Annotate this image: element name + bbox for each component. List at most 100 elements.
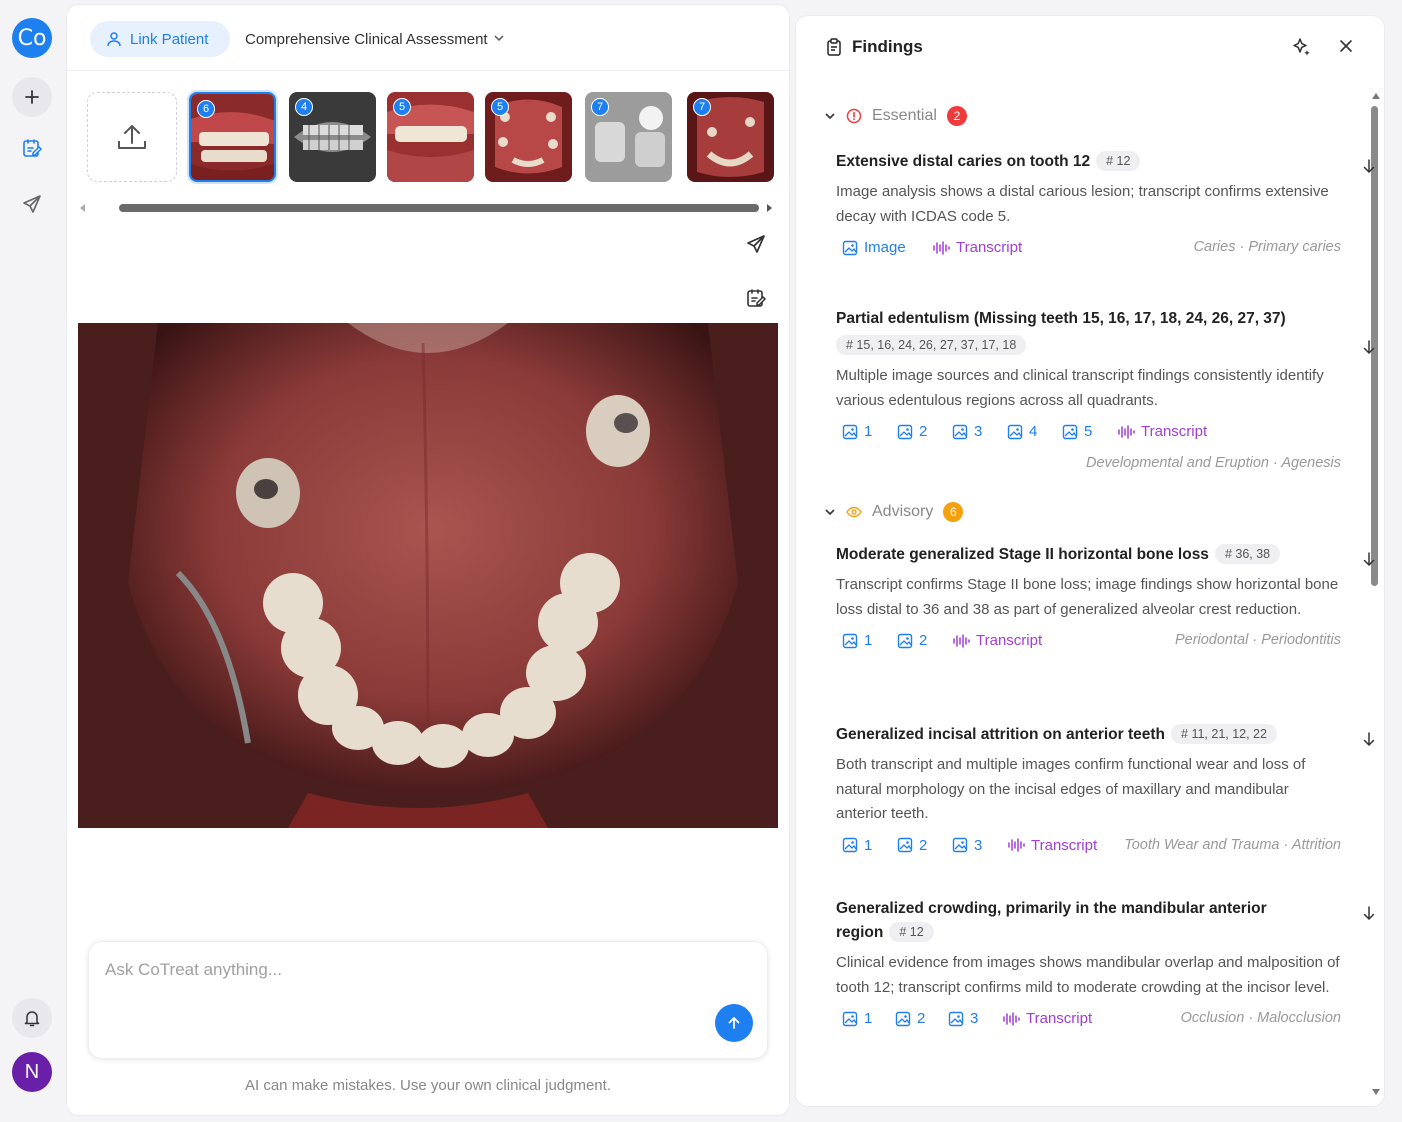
sparkle-icon[interactable] — [1290, 36, 1312, 58]
image-icon — [1062, 424, 1078, 439]
finding-category: Periodontal · Periodontitis — [1174, 632, 1341, 648]
link-patient-label: Link Patient — [130, 30, 209, 48]
scroll-up-icon[interactable] — [1371, 92, 1381, 100]
scroll-down-icon[interactable] — [1371, 1088, 1381, 1096]
finding-card[interactable]: Moderate generalized Stage II horizontal… — [836, 543, 1375, 658]
finding-card[interactable]: Extensive distal caries on tooth 12 # 12 … — [836, 150, 1375, 265]
source-row: 1 2 3 Transcript Tooth Wear and Trauma ·… — [836, 837, 1341, 863]
scroll-right-icon[interactable] — [765, 203, 773, 213]
waveform-icon — [933, 240, 950, 255]
source-image-1[interactable]: 1 — [842, 837, 872, 854]
source-image-3[interactable]: 3 — [952, 423, 982, 440]
thumbnail-3[interactable]: 5 — [387, 92, 474, 182]
source-transcript[interactable]: Transcript — [932, 239, 1022, 256]
thumbnail-5[interactable]: 7 — [585, 92, 672, 182]
thumbnail-1[interactable]: 6 — [189, 92, 276, 182]
finding-description: Image analysis shows a distal carious le… — [836, 183, 1329, 225]
assessment-dropdown[interactable]: Comprehensive Clinical Assessment — [245, 31, 488, 48]
thumbnail-4[interactable]: 5 — [485, 92, 572, 182]
source-image-4[interactable]: 4 — [1007, 423, 1037, 440]
arrow-down-icon[interactable] — [1362, 905, 1376, 921]
image-icon — [842, 837, 858, 853]
link-patient-button[interactable]: Link Patient — [90, 21, 230, 57]
source-transcript[interactable]: Transcript — [1007, 837, 1097, 854]
source-image-1[interactable]: 1 — [842, 423, 872, 440]
thumbnail-badge: 5 — [491, 98, 509, 116]
waveform-icon — [953, 633, 970, 648]
send-nav-button[interactable] — [12, 184, 52, 224]
chat-input-box — [88, 941, 768, 1059]
source-image-2[interactable]: 2 — [895, 1010, 925, 1027]
findings-title: Findings — [852, 37, 923, 56]
edit-note-icon — [23, 139, 43, 157]
source-transcript[interactable]: Transcript — [1002, 1010, 1092, 1027]
waveform-icon — [1118, 424, 1135, 439]
scrollbar-thumb[interactable] — [119, 204, 759, 212]
upload-icon — [118, 125, 146, 149]
finding-category: Caries · Primary caries — [1193, 239, 1341, 255]
image-icon — [842, 424, 858, 439]
source-image-3[interactable]: 3 — [952, 837, 982, 854]
waveform-icon — [1003, 1011, 1020, 1026]
chevron-down-icon[interactable] — [492, 31, 506, 45]
app-logo[interactable]: Co — [12, 18, 52, 58]
finding-category: Developmental and Eruption · Agenesis — [1086, 455, 1341, 471]
notifications-button[interactable] — [12, 998, 52, 1038]
plus-icon — [25, 90, 39, 104]
source-image-2[interactable]: 2 — [897, 423, 927, 440]
section-label: Advisory — [872, 503, 934, 520]
image-icon — [842, 1011, 858, 1026]
source-image[interactable]: Image — [842, 239, 906, 256]
source-image-5[interactable]: 5 — [1062, 423, 1092, 440]
edit-note-icon[interactable] — [745, 287, 767, 309]
thumbnail-2[interactable]: 4 — [289, 92, 376, 182]
chat-input[interactable] — [105, 960, 665, 980]
ai-disclaimer: AI can make mistakes. Use your own clini… — [245, 1077, 611, 1094]
source-image-2[interactable]: 2 — [897, 837, 927, 854]
notes-nav-button[interactable] — [12, 128, 52, 168]
new-button[interactable] — [12, 77, 52, 117]
close-icon[interactable] — [1339, 39, 1353, 53]
chevron-down-icon — [825, 113, 835, 120]
finding-category: Occlusion · Malocclusion — [1180, 1010, 1341, 1026]
section-advisory[interactable]: Advisory 6 — [824, 502, 964, 522]
source-row: Image Transcript Caries · Primary caries — [836, 239, 1341, 265]
finding-description: Transcript confirms Stage II bone loss; … — [836, 576, 1339, 618]
image-icon — [842, 633, 858, 648]
finding-card[interactable]: Generalized crowding, primarily in the m… — [836, 897, 1375, 1036]
tooth-tag: # 36, 38 — [1214, 544, 1281, 564]
section-essential[interactable]: Essential 2 — [824, 106, 967, 126]
arrow-down-icon[interactable] — [1362, 158, 1376, 174]
selected-clinical-image[interactable] — [78, 323, 778, 828]
finding-card[interactable]: Generalized incisal attrition on anterio… — [836, 723, 1375, 863]
source-image-3[interactable]: 3 — [948, 1010, 978, 1027]
source-transcript[interactable]: Transcript — [1117, 423, 1207, 440]
source-transcript[interactable]: Transcript — [952, 632, 1042, 649]
finding-description: Both transcript and multiple images conf… — [836, 756, 1306, 822]
arrow-down-icon[interactable] — [1362, 339, 1376, 355]
arrow-down-icon[interactable] — [1362, 731, 1376, 747]
upload-button[interactable] — [87, 92, 177, 182]
thumbnail-6[interactable]: 7 — [687, 92, 774, 182]
finding-title: Extensive distal caries on tooth 12 — [836, 153, 1091, 170]
image-icon — [897, 837, 913, 853]
count-badge: 6 — [943, 502, 964, 522]
finding-card[interactable]: Partial edentulism (Missing teeth 15, 16… — [836, 307, 1375, 471]
arrow-up-icon — [728, 1017, 740, 1029]
count-badge: 2 — [946, 106, 967, 126]
avatar[interactable]: N — [12, 1052, 52, 1092]
source-image-1[interactable]: 1 — [842, 1010, 872, 1027]
image-icon — [897, 633, 913, 648]
finding-category: Tooth Wear and Trauma · Attrition — [1124, 836, 1341, 853]
bell-icon — [24, 1011, 40, 1027]
send-message-button[interactable] — [715, 1004, 753, 1042]
thumbnail-badge: 7 — [693, 98, 711, 116]
thumbnail-scrollbar[interactable] — [79, 201, 777, 213]
waveform-icon — [1008, 838, 1025, 852]
arrow-down-icon[interactable] — [1362, 551, 1376, 567]
source-image-2[interactable]: 2 — [897, 632, 927, 649]
send-icon[interactable] — [745, 233, 767, 255]
source-image-1[interactable]: 1 — [842, 632, 872, 649]
scroll-left-icon[interactable] — [79, 203, 87, 213]
source-row: 1 2 3 Transcript Occlusion · Malocclusio… — [836, 1010, 1341, 1036]
